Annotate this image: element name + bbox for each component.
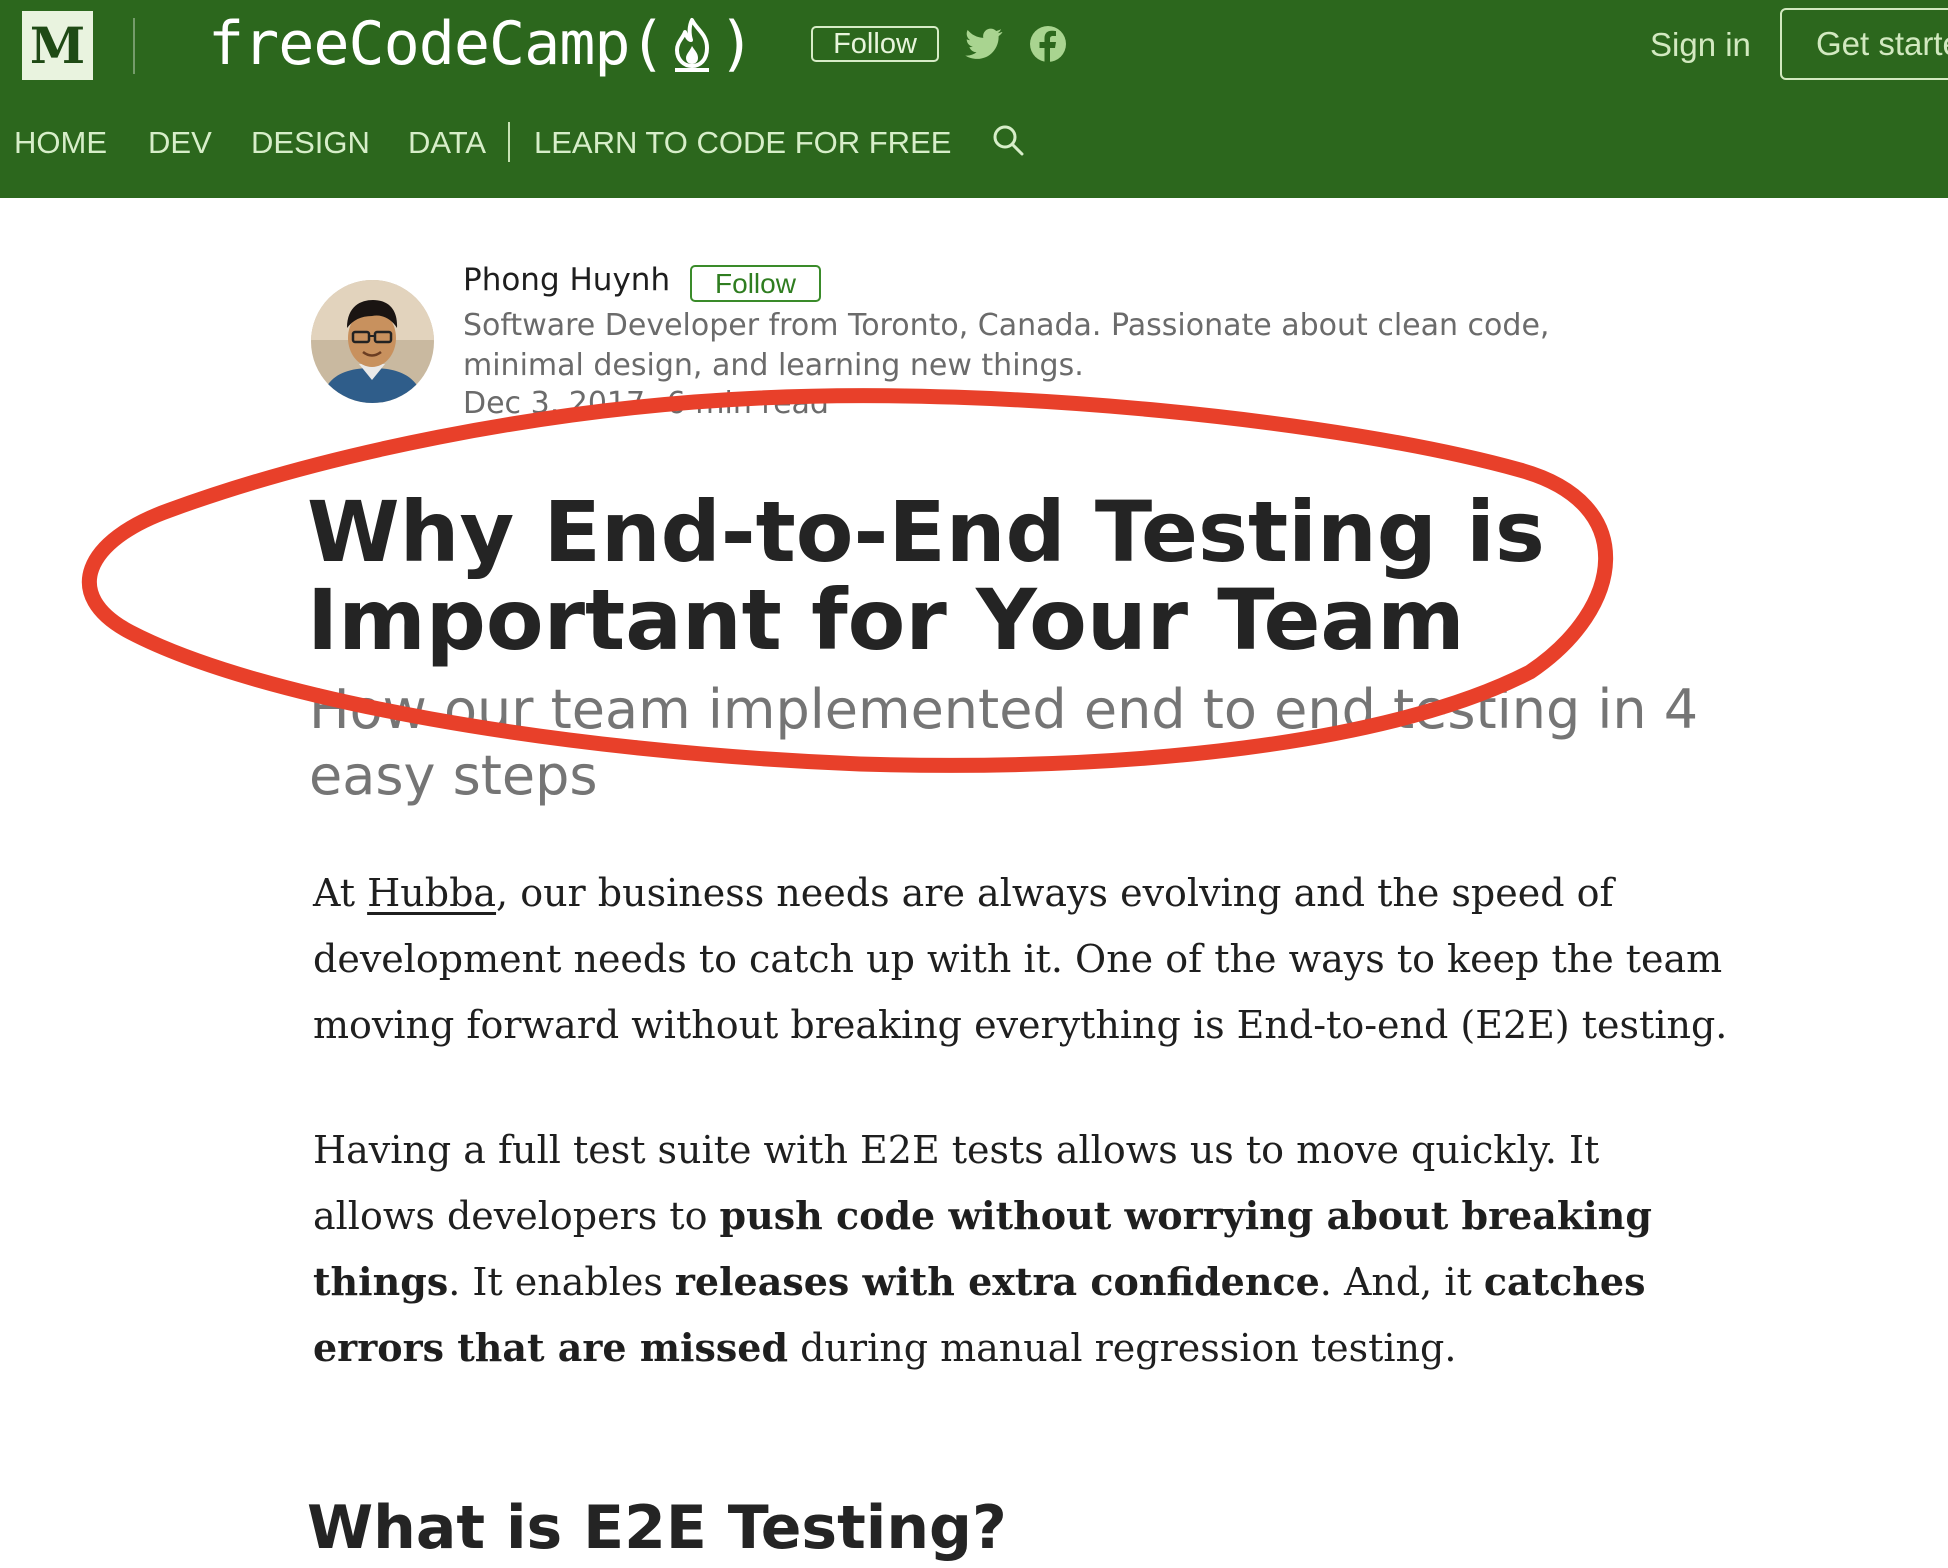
flame-icon — [674, 18, 709, 72]
nav-item-dev[interactable]: DEV — [148, 118, 212, 168]
author-bio: Software Developer from Toronto, Canada.… — [463, 308, 1550, 383]
nav-divider — [508, 122, 510, 162]
nav-item-design[interactable]: DESIGN — [251, 118, 370, 168]
nav-item-data[interactable]: DATA — [408, 118, 486, 168]
author-follow-button[interactable]: Follow — [690, 265, 821, 302]
publication-name-prefix: freeCodeCamp( — [208, 9, 666, 79]
twitter-icon[interactable] — [962, 22, 1006, 66]
publication-follow-button[interactable]: Follow — [811, 26, 939, 62]
medium-logo[interactable]: M — [22, 11, 93, 80]
nav-item-home[interactable]: HOME — [14, 118, 107, 168]
article-paragraph-2: Having a full test suite with E2E tests … — [313, 1117, 1733, 1381]
p2-text-3: . And, it — [1319, 1260, 1484, 1304]
article-paragraph-1: At Hubba, our business needs are always … — [313, 860, 1733, 1058]
article-subtitle: How our team implemented end to end test… — [309, 678, 1699, 807]
nav-item-learn-to-code[interactable]: LEARN TO CODE FOR FREE — [534, 118, 951, 168]
p2-text-2: . It enables — [448, 1260, 675, 1304]
p1-text-1: At — [313, 871, 368, 915]
author-name[interactable]: Phong Huynh — [463, 262, 670, 298]
get-started-button[interactable]: Get started — [1780, 8, 1948, 80]
p1-text-2: , our business needs are always evolving… — [313, 871, 1728, 1047]
post-date[interactable]: Dec 3, 2017 — [463, 386, 645, 421]
p2-emphasis-2: releases with extra confidence — [674, 1259, 1320, 1304]
publication-name-suffix: ) — [718, 9, 755, 79]
top-bar: M freeCodeCamp( ) Follow Sign in Get sta… — [0, 0, 1948, 198]
search-icon[interactable] — [990, 122, 1026, 158]
author-avatar[interactable] — [311, 280, 434, 403]
article-title: Why End-to-End Testing is Important for … — [307, 483, 1545, 669]
facebook-icon[interactable] — [1026, 22, 1070, 66]
meta-separator: · — [651, 386, 661, 421]
sign-in-link[interactable]: Sign in — [1650, 26, 1751, 64]
section-heading: What is E2E Testing? — [307, 1493, 1007, 1563]
header-divider — [133, 18, 135, 74]
read-time: 6 min read — [666, 386, 829, 421]
hubba-link[interactable]: Hubba — [367, 871, 496, 915]
author-photo — [311, 280, 434, 403]
p2-text-4: during manual regression testing. — [788, 1326, 1457, 1370]
publication-logo[interactable]: freeCodeCamp( ) — [208, 4, 755, 84]
post-meta: Dec 3, 2017 · 6 min read — [463, 386, 829, 421]
